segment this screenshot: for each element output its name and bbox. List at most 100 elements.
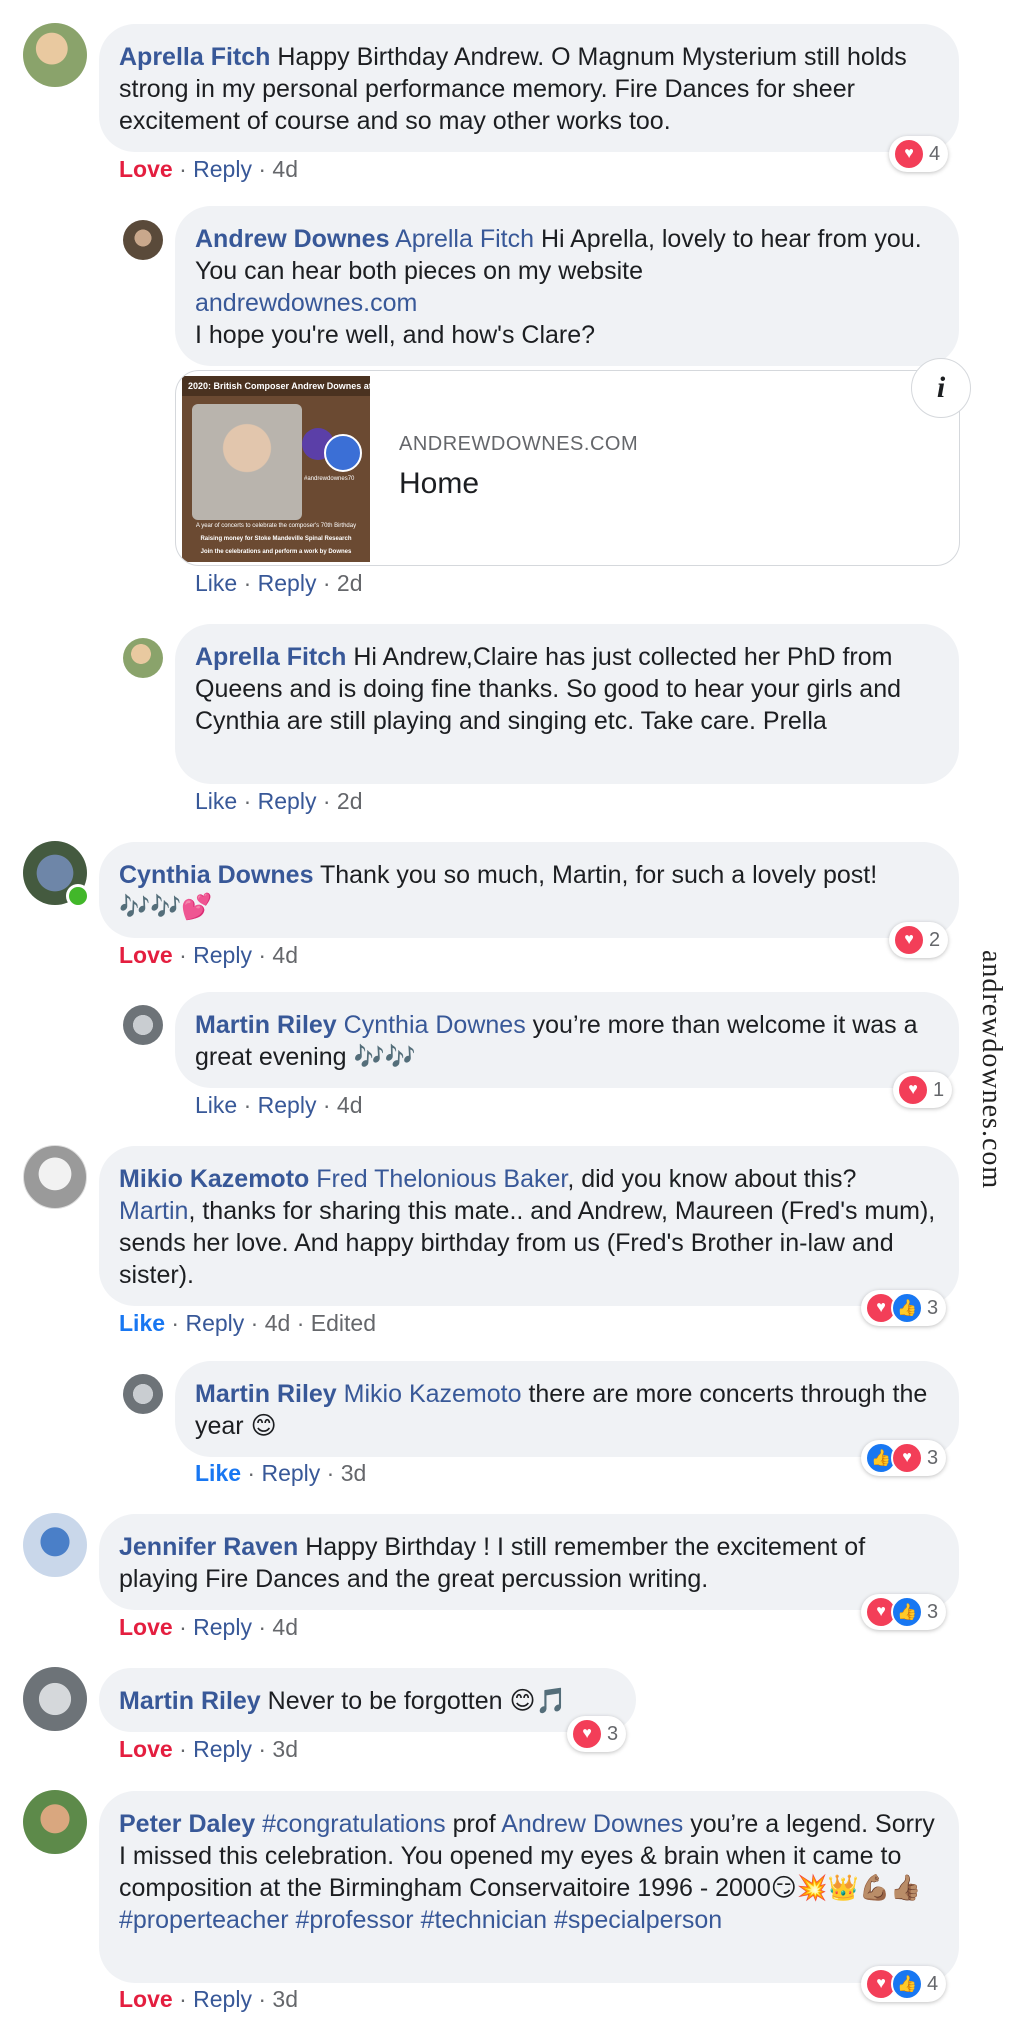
mention-link[interactable]: Cynthia Downes xyxy=(344,1011,526,1039)
author-name[interactable]: Martin Riley xyxy=(195,1380,337,1408)
author-name[interactable]: Martin Riley xyxy=(195,1011,337,1039)
reaction-count[interactable]: ♥ 1 xyxy=(893,1072,953,1108)
reaction-count[interactable]: 👍 ♥ 3 xyxy=(861,1440,947,1476)
author-name[interactable]: Martin Riley xyxy=(119,1687,261,1715)
reaction-count[interactable]: ♥ 3 xyxy=(567,1716,627,1752)
reaction-count[interactable]: ♥ 4 xyxy=(889,136,949,172)
link-preview-card[interactable]: 2020: British Composer Andrew Downes at … xyxy=(175,370,960,566)
author-name[interactable]: Jennifer Raven xyxy=(119,1533,298,1561)
comment-text: prof xyxy=(445,1810,502,1838)
watermark-text: andrewdownes.com xyxy=(976,950,1007,1190)
comment-text: Never to be forgotten 😊🎵 xyxy=(260,1687,567,1715)
author-name[interactable]: Peter Daley xyxy=(119,1810,255,1838)
timestamp[interactable]: 2d xyxy=(337,570,363,596)
comment-bubble: Peter Daley #congratulations prof Andrew… xyxy=(99,1791,959,1983)
info-icon[interactable]: i xyxy=(911,358,971,418)
author-name[interactable]: Cynthia Downes xyxy=(119,861,313,889)
online-status-dot xyxy=(66,884,90,908)
comment-bubble: Aprella Fitch Happy Birthday Andrew. O M… xyxy=(99,24,959,152)
reply-button[interactable]: Reply xyxy=(261,1460,320,1486)
love-button[interactable]: Love xyxy=(119,1986,173,2012)
author-name[interactable]: Andrew Downes xyxy=(195,225,389,253)
timestamp[interactable]: 3d xyxy=(272,1986,298,2012)
reply-button[interactable]: Reply xyxy=(185,1310,244,1336)
reply-button[interactable]: Reply xyxy=(258,1092,317,1118)
timestamp[interactable]: 3d xyxy=(341,1460,367,1486)
comment-actions: Love · Reply · 3d xyxy=(119,1986,298,2012)
author-name[interactable]: Aprella Fitch xyxy=(195,643,346,671)
reaction-count[interactable]: ♥ 👍 3 xyxy=(861,1290,947,1326)
comment-bubble: Andrew Downes Aprella Fitch Hi Aprella, … xyxy=(175,206,959,366)
love-button[interactable]: Love xyxy=(119,1614,173,1640)
hashtag-link[interactable]: #properteacher xyxy=(119,1906,289,1934)
hashtag-link[interactable]: #congratulations xyxy=(262,1810,445,1838)
heart-icon: ♥ xyxy=(891,1442,923,1474)
avatar[interactable] xyxy=(123,1374,163,1414)
comment-bubble: Martin Riley Cynthia Downes you’re more … xyxy=(175,992,959,1088)
avatar[interactable] xyxy=(23,1145,87,1209)
mention-link[interactable]: Mikio Kazemoto xyxy=(344,1380,522,1408)
reaction-count[interactable]: ♥ 👍 3 xyxy=(861,1594,947,1630)
image-hashtag: #andrewdownes70 xyxy=(304,476,355,482)
thumbs-up-icon: 👍 xyxy=(891,1968,923,2000)
avatar[interactable] xyxy=(123,1005,163,1045)
comment-bubble: Mikio Kazemoto Fred Thelonious Baker, di… xyxy=(99,1146,959,1306)
love-button[interactable]: Love xyxy=(119,156,173,182)
comment-text: , thanks for sharing this mate.. and And… xyxy=(119,1197,936,1289)
website-link[interactable]: andrewdownes.com xyxy=(195,289,417,317)
avatar[interactable] xyxy=(23,1513,87,1577)
edited-label[interactable]: Edited xyxy=(311,1310,376,1336)
like-button[interactable]: Like xyxy=(119,1310,165,1336)
avatar[interactable] xyxy=(23,1667,87,1731)
author-name[interactable]: Mikio Kazemoto xyxy=(119,1165,309,1193)
image-caption: Join the celebrations and perform a work… xyxy=(200,549,352,555)
comment-actions: Love · Reply · 3d xyxy=(119,1736,298,1762)
comment-bubble: Cynthia Downes Thank you so much, Martin… xyxy=(99,842,959,938)
reply-button[interactable]: Reply xyxy=(258,570,317,596)
comment-bubble: Jennifer Raven Happy Birthday ! I still … xyxy=(99,1514,959,1610)
link-domain: ANDREWDOWNES.COM xyxy=(399,433,639,455)
like-button[interactable]: Like xyxy=(195,1092,237,1118)
image-title: 2020: British Composer Andrew Downes at … xyxy=(182,376,370,396)
portrait xyxy=(192,404,302,520)
avatar[interactable] xyxy=(23,1790,87,1854)
author-name[interactable]: Aprella Fitch xyxy=(119,43,270,71)
like-button[interactable]: Like xyxy=(195,1460,241,1486)
reaction-count[interactable]: ♥ 👍 4 xyxy=(861,1966,947,2002)
like-button[interactable]: Like xyxy=(195,570,237,596)
reaction-count[interactable]: ♥ 2 xyxy=(889,922,949,958)
reply-button[interactable]: Reply xyxy=(193,156,252,182)
heart-icon: ♥ xyxy=(571,1718,603,1750)
reply-button[interactable]: Reply xyxy=(258,788,317,814)
hashtag-link[interactable]: #technician xyxy=(421,1906,547,1934)
love-button[interactable]: Love xyxy=(119,1736,173,1762)
reply-button[interactable]: Reply xyxy=(193,1986,252,2012)
avatar[interactable] xyxy=(123,638,163,678)
timestamp[interactable]: 4d xyxy=(272,1614,298,1640)
love-button[interactable]: Love xyxy=(119,942,173,968)
avatar[interactable] xyxy=(23,23,87,87)
like-button[interactable]: Like xyxy=(195,788,237,814)
mention-link[interactable]: Andrew Downes xyxy=(501,1810,683,1838)
mention-link[interactable]: Martin xyxy=(119,1197,188,1225)
timestamp[interactable]: 4d xyxy=(265,1310,291,1336)
heart-icon: ♥ xyxy=(893,924,925,956)
avatar[interactable] xyxy=(123,220,163,260)
comment-actions: Like · Reply · 2d xyxy=(195,788,363,814)
comment-text: I hope you're well, and how's Clare? xyxy=(195,321,596,349)
hashtag-link[interactable]: #specialperson xyxy=(554,1906,722,1934)
timestamp[interactable]: 2d xyxy=(337,788,363,814)
link-title: Home xyxy=(399,467,480,500)
reply-button[interactable]: Reply xyxy=(193,1614,252,1640)
comment-bubble: Aprella Fitch Hi Andrew,Claire has just … xyxy=(175,624,959,784)
link-preview-image: 2020: British Composer Andrew Downes at … xyxy=(182,376,370,562)
timestamp[interactable]: 4d xyxy=(337,1092,363,1118)
timestamp[interactable]: 3d xyxy=(272,1736,298,1762)
timestamp[interactable]: 4d xyxy=(272,156,298,182)
hashtag-link[interactable]: #professor xyxy=(296,1906,414,1934)
reply-button[interactable]: Reply xyxy=(193,942,252,968)
mention-link[interactable]: Aprella Fitch xyxy=(395,225,534,253)
timestamp[interactable]: 4d xyxy=(272,942,298,968)
reply-button[interactable]: Reply xyxy=(193,1736,252,1762)
mention-link[interactable]: Fred Thelonious Baker xyxy=(316,1165,567,1193)
